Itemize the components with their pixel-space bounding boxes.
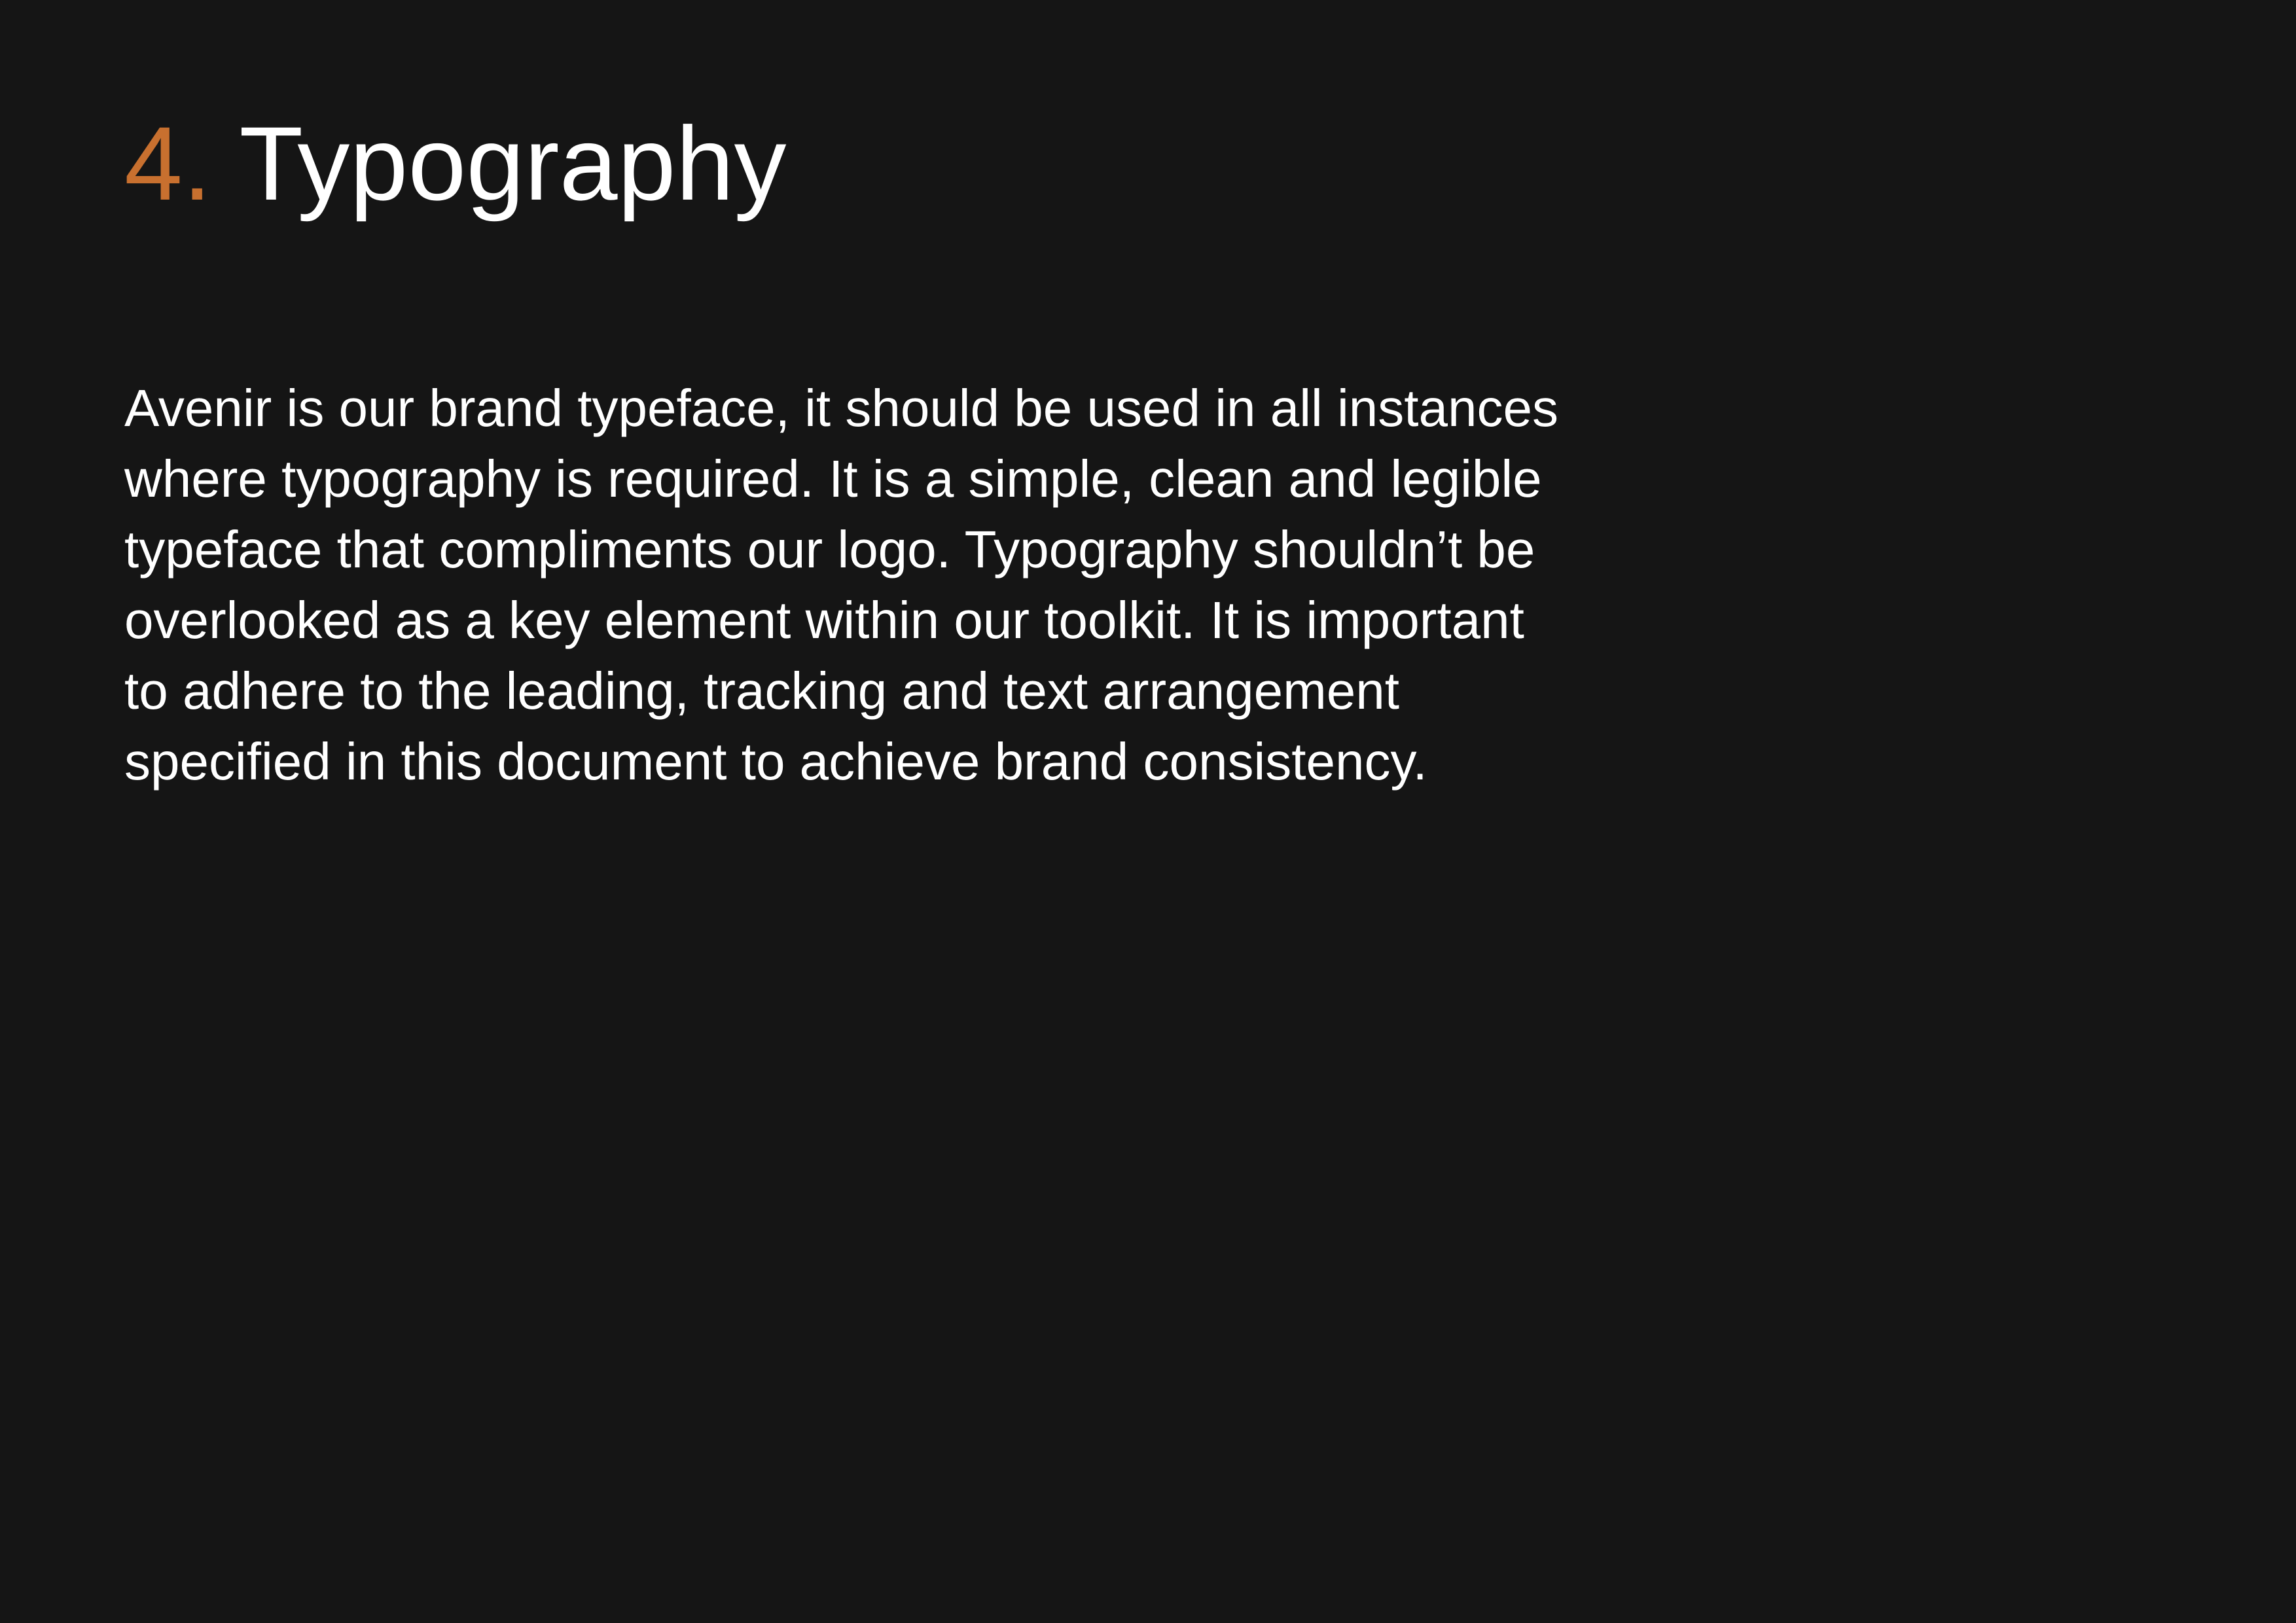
- body-paragraph: Avenir is our brand typeface, it should …: [124, 373, 1708, 797]
- section-title: Typography: [239, 105, 787, 222]
- section-number: 4.: [124, 105, 212, 222]
- paragraph-line: specified in this document to achieve br…: [124, 732, 1427, 791]
- paragraph-line: typeface that compliments our logo. Typo…: [124, 520, 1535, 579]
- document-page: 4. Typography Avenir is our brand typefac…: [0, 0, 2296, 1623]
- section-heading: 4. Typography: [124, 105, 787, 223]
- paragraph-line: where typography is required. It is a si…: [124, 450, 1542, 508]
- paragraph-line: overlooked as a key element within our t…: [124, 591, 1524, 649]
- paragraph-line: Avenir is our brand typeface, it should …: [124, 379, 1558, 437]
- paragraph-line: to adhere to the leading, tracking and t…: [124, 662, 1399, 720]
